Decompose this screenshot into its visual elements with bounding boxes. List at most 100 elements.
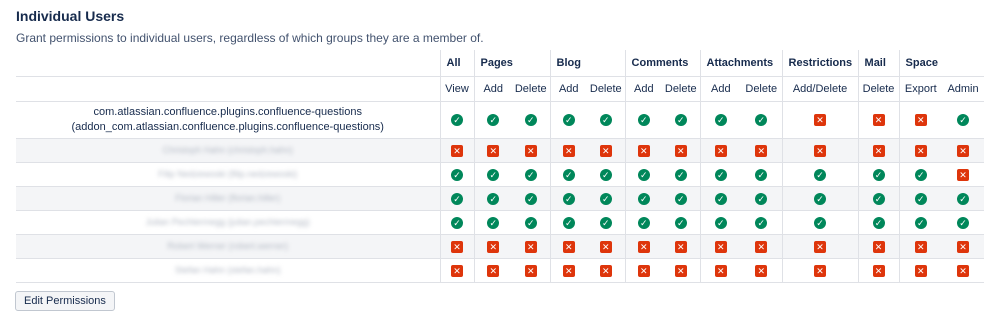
x-square-icon: ✕ (674, 240, 687, 253)
permission-cell: ✓ (549, 101, 588, 139)
permission-cell: ✕ (857, 101, 900, 139)
permission-cell: ✓ (699, 101, 742, 139)
column-header-add: Add (473, 76, 512, 102)
group-header-space: Space (898, 50, 985, 77)
permission-cell: ✓ (781, 186, 859, 211)
column-header-admin: Admin (942, 76, 985, 102)
name-header (16, 50, 440, 77)
permission-cell: ✓ (624, 210, 663, 235)
permission-cell: ✕ (699, 138, 742, 163)
permission-cell: ✓ (439, 162, 474, 187)
permission-cell: ✕ (781, 258, 859, 283)
blurred-user-name: Florian Hiller (florian.hiller) (175, 193, 281, 203)
permission-cell: ✓ (439, 186, 474, 211)
permission-cell: ✓ (857, 210, 900, 235)
check-circle-icon: ✓ (562, 216, 575, 229)
permission-cell: ✕ (624, 258, 663, 283)
permission-cell: ✕ (624, 138, 663, 163)
x-square-icon: ✕ (914, 144, 927, 157)
permission-cell: ✓ (473, 101, 512, 139)
table-row: Christoph Hahn (christoph.hahn) ✕ ✕ ✕ ✕ ✕ ✕ ✕ ✕ ✕… (16, 138, 985, 163)
permission-cell: ✓ (512, 186, 551, 211)
permission-cell: ✕ (512, 234, 551, 259)
x-square-icon: ✕ (914, 114, 927, 127)
check-circle-icon: ✓ (872, 168, 885, 181)
check-circle-icon: ✓ (872, 216, 885, 229)
permission-cell: ✕ (512, 138, 551, 163)
permission-cell: ✓ (549, 210, 588, 235)
table-row: Florian Hiller (florian.hiller) ✓ ✓ ✓ ✓ ✓ ✓ ✓ ✓ ✓… (16, 186, 985, 211)
permission-cell: ✕ (942, 163, 984, 187)
check-circle-icon: ✓ (674, 168, 687, 181)
permission-cell: ✓ (741, 163, 782, 187)
x-square-icon: ✕ (872, 144, 885, 157)
permission-cell: ✓ (699, 210, 742, 235)
check-circle-icon: ✓ (755, 192, 768, 205)
check-circle-icon: ✓ (755, 168, 768, 181)
check-circle-icon: ✓ (451, 168, 463, 181)
user-name: Stefan Hahn (stefan.hahn) (16, 259, 440, 283)
permission-cell: ✓ (942, 186, 985, 211)
x-square-icon: ✕ (524, 240, 537, 253)
x-square-icon: ✕ (524, 264, 537, 277)
x-square-icon: ✕ (755, 240, 768, 253)
check-circle-icon: ✓ (451, 114, 463, 127)
permission-cell: ✓ (741, 102, 782, 139)
permission-cell: ✓ (549, 186, 588, 211)
check-circle-icon: ✓ (637, 168, 650, 181)
check-circle-icon: ✓ (599, 192, 612, 205)
x-square-icon: ✕ (599, 240, 612, 253)
blurred-user-name: Stefan Hahn (stefan.hahn) (174, 265, 281, 275)
x-square-icon: ✕ (872, 264, 885, 277)
permission-cell: ✓ (624, 162, 663, 187)
x-square-icon: ✕ (914, 240, 927, 253)
check-circle-icon: ✓ (957, 192, 970, 205)
permission-cell: ✕ (439, 234, 474, 259)
check-circle-icon: ✓ (674, 216, 687, 229)
check-circle-icon: ✓ (714, 114, 727, 127)
group-header-row: All Pages Blog Comments Attachments Restricti… (16, 50, 985, 77)
user-name: Robert Werner (robert.werner) (16, 234, 440, 259)
permission-cell: ✓ (439, 101, 474, 139)
check-circle-icon: ✓ (914, 192, 927, 205)
permission-cell: ✕ (473, 138, 512, 163)
check-circle-icon: ✓ (451, 192, 463, 205)
permission-cell: ✕ (587, 259, 625, 283)
check-circle-icon: ✓ (814, 168, 827, 181)
x-square-icon: ✕ (451, 240, 463, 253)
group-header-attachments: Attachments (699, 50, 783, 77)
permission-cell: ✕ (662, 259, 700, 283)
permission-cell: ✓ (898, 210, 943, 235)
check-circle-icon: ✓ (487, 192, 500, 205)
permission-cell: ✕ (587, 234, 626, 259)
x-square-icon: ✕ (914, 264, 927, 277)
check-circle-icon: ✓ (562, 114, 575, 127)
table-row: Julian Pechtermegg (julian.pechtermegg) ✓… (16, 210, 985, 235)
permission-cell: ✕ (549, 258, 588, 283)
check-circle-icon: ✓ (562, 168, 575, 181)
check-circle-icon: ✓ (755, 216, 768, 229)
permissions-table: All Pages Blog Comments Attachments Restricti… (16, 50, 985, 283)
permission-cell: ✕ (439, 138, 474, 163)
edit-permissions-button[interactable]: Edit Permissions (15, 291, 115, 311)
permission-cell: ✕ (857, 234, 900, 259)
group-header-comments: Comments (624, 50, 701, 77)
permission-cell: ✓ (662, 186, 701, 211)
permission-cell: ✓ (662, 211, 700, 235)
permission-cell: ✕ (699, 258, 742, 283)
permission-cell: ✕ (473, 234, 512, 259)
user-name-line: com.atlassian.confluence.plugins.conflue… (93, 106, 362, 118)
column-header-delete: Delete (741, 76, 783, 102)
permission-cell: ✕ (898, 101, 943, 139)
permission-cell: ✕ (549, 234, 588, 259)
permission-cell: ✕ (781, 234, 859, 259)
x-square-icon: ✕ (599, 264, 612, 277)
x-square-icon: ✕ (599, 144, 612, 157)
x-square-icon: ✕ (814, 240, 827, 253)
check-circle-icon: ✓ (524, 216, 537, 229)
blurred-user-name: Filip Nedzewoski (filip.nedzewoski) (158, 169, 298, 179)
check-circle-icon: ✓ (637, 216, 650, 229)
permission-cell: ✕ (942, 259, 984, 283)
name-subheader (16, 76, 440, 102)
x-square-icon: ✕ (524, 144, 537, 157)
